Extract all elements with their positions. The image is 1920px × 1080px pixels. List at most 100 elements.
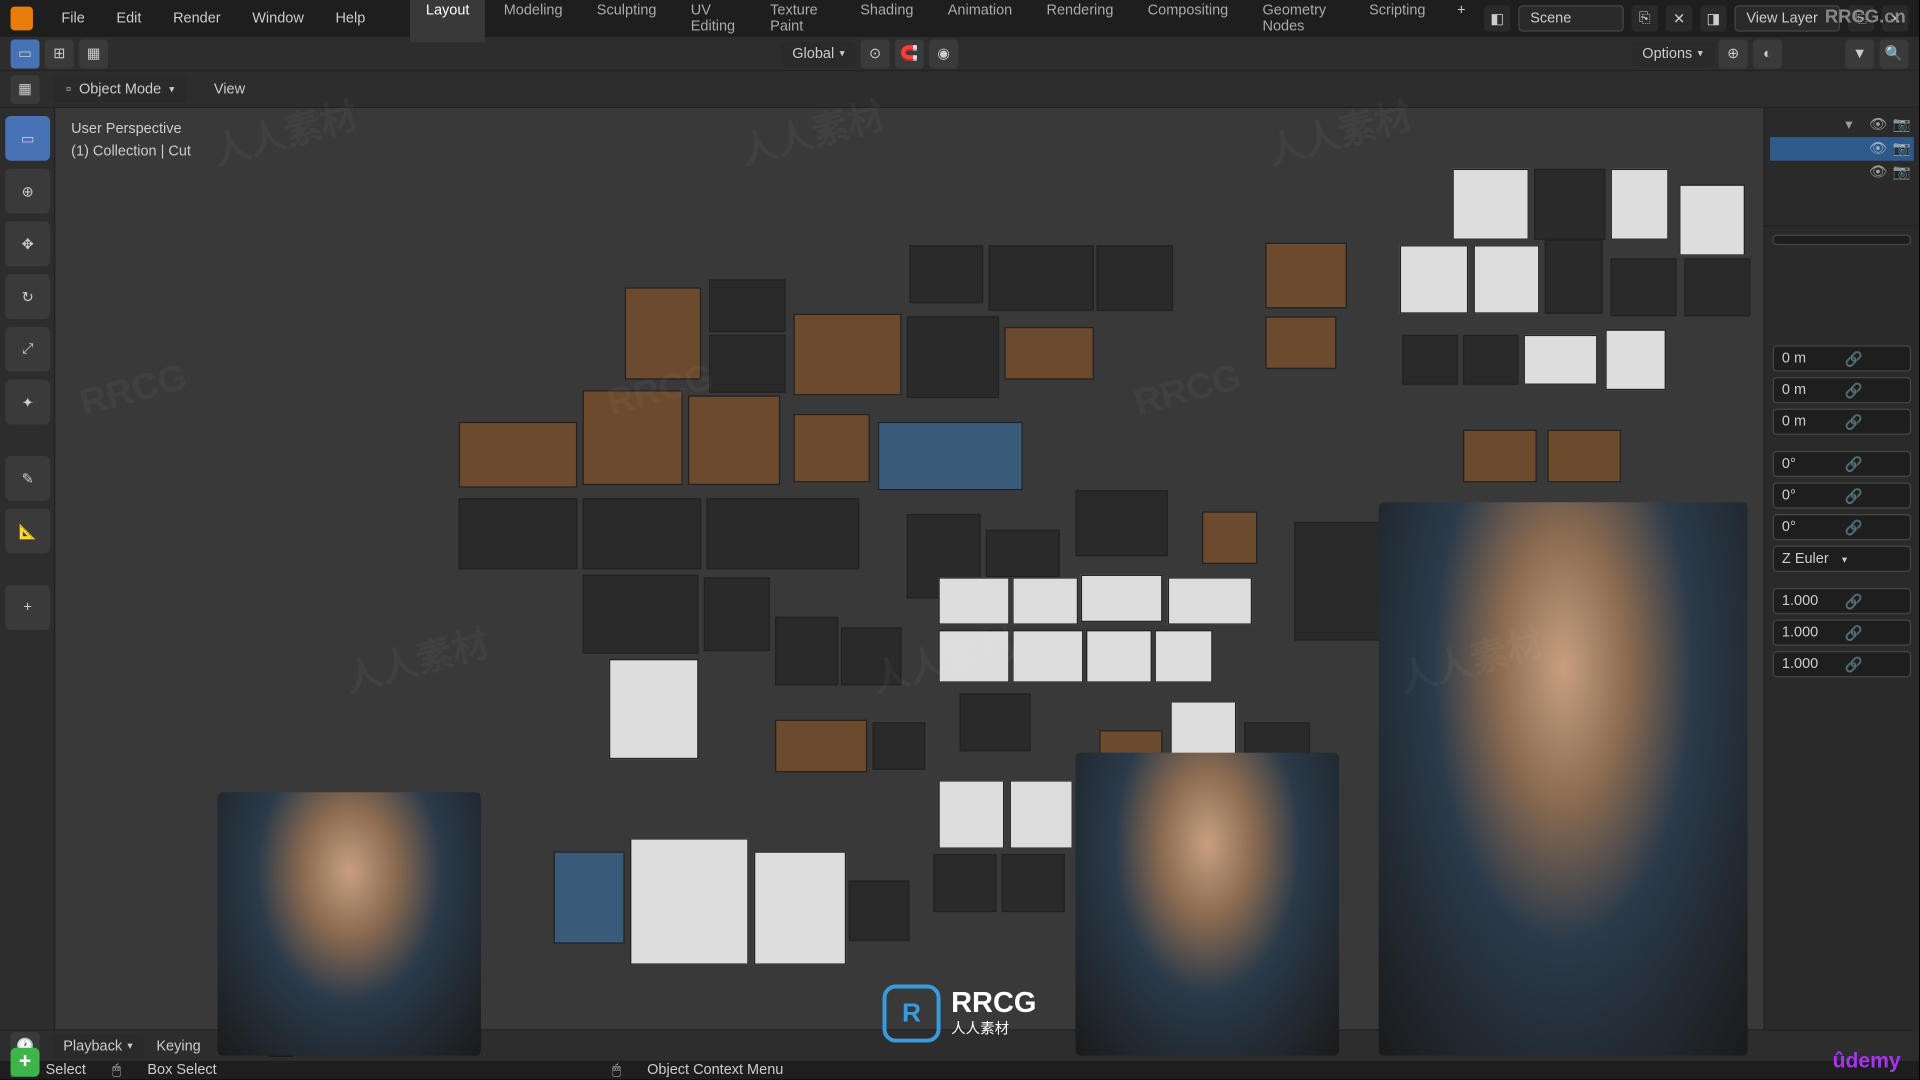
- reference-image[interactable]: [583, 498, 702, 569]
- mode-selector[interactable]: ▫ Object Mode ▾: [53, 76, 188, 102]
- reference-image[interactable]: [775, 617, 838, 686]
- move-tool[interactable]: ✥: [5, 221, 50, 266]
- reference-image[interactable]: [1605, 330, 1666, 391]
- reference-image[interactable]: [841, 627, 902, 685]
- reference-image[interactable]: [754, 851, 846, 964]
- rotation-mode-dropdown[interactable]: Z Euler▾: [1773, 546, 1911, 572]
- reference-image[interactable]: [704, 577, 770, 651]
- rotation-y-field[interactable]: 0°🔗: [1773, 482, 1911, 508]
- reference-image[interactable]: [1474, 245, 1540, 314]
- reference-image[interactable]: [1086, 630, 1152, 683]
- reference-image[interactable]: [625, 287, 701, 379]
- snap-toggle-icon[interactable]: 🧲: [895, 39, 924, 68]
- search-field[interactable]: [1773, 235, 1911, 246]
- location-z-field[interactable]: 0 m🔗: [1773, 409, 1911, 435]
- gizmo-icon[interactable]: ⊕: [1719, 39, 1748, 68]
- reference-image[interactable]: [709, 335, 785, 393]
- reference-image[interactable]: [986, 530, 1060, 577]
- playback-menu[interactable]: Playback▾: [53, 1034, 143, 1058]
- reference-image[interactable]: [1452, 169, 1528, 240]
- tab-sculpting[interactable]: Sculpting: [581, 0, 672, 42]
- add-tool[interactable]: +: [5, 585, 50, 630]
- viewlayer-icon[interactable]: ◨: [1700, 5, 1726, 31]
- reference-image[interactable]: [1679, 185, 1745, 256]
- menu-edit[interactable]: Edit: [103, 5, 154, 31]
- reference-image[interactable]: [709, 279, 785, 332]
- new-scene-button[interactable]: ⎘: [1632, 5, 1658, 31]
- outliner[interactable]: ▾ 👁 📷 👁 📷 👁 📷: [1765, 108, 1919, 227]
- reference-image[interactable]: [938, 630, 1009, 683]
- location-x-field[interactable]: 0 m🔗: [1773, 345, 1911, 371]
- scale-tool[interactable]: ⤢: [5, 327, 50, 372]
- reference-image[interactable]: [933, 854, 996, 912]
- add-workspace-button[interactable]: +: [1444, 0, 1479, 42]
- reference-image[interactable]: [1402, 335, 1457, 385]
- eye-icon[interactable]: 👁: [1869, 140, 1887, 158]
- tab-uv-editing[interactable]: UV Editing: [675, 0, 752, 42]
- options-dropdown[interactable]: Options▾: [1632, 42, 1714, 66]
- overlay-icon[interactable]: ◐: [1753, 39, 1782, 68]
- rotate-tool[interactable]: ↻: [5, 274, 50, 319]
- reference-image[interactable]: [1400, 245, 1469, 314]
- outliner-row[interactable]: 👁 📷: [1770, 161, 1914, 185]
- tab-geometry-nodes[interactable]: Geometry Nodes: [1247, 0, 1351, 42]
- tab-compositing[interactable]: Compositing: [1132, 0, 1244, 42]
- reference-image[interactable]: [583, 575, 699, 654]
- rotation-z-field[interactable]: 0°🔗: [1773, 514, 1911, 540]
- eye-icon[interactable]: 👁: [1869, 163, 1887, 181]
- search-icon[interactable]: 🔍: [1879, 39, 1908, 68]
- editor-type-icon[interactable]: ▦: [11, 74, 40, 103]
- scale-z-field[interactable]: 1.000🔗: [1773, 651, 1911, 677]
- reference-image[interactable]: [1524, 335, 1598, 385]
- reference-image[interactable]: [1081, 575, 1163, 622]
- filter-icon[interactable]: ▼: [1845, 39, 1874, 68]
- reference-image[interactable]: [1002, 854, 1065, 912]
- reference-image[interactable]: [873, 722, 926, 769]
- reference-image[interactable]: [1545, 240, 1603, 314]
- reference-image[interactable]: [938, 577, 1009, 624]
- tab-shading[interactable]: Shading: [844, 0, 929, 42]
- reference-image[interactable]: [609, 659, 699, 759]
- view-menu[interactable]: View: [201, 76, 259, 102]
- menu-file[interactable]: File: [48, 5, 98, 31]
- reference-image[interactable]: [706, 498, 859, 569]
- reference-image[interactable]: [1265, 316, 1336, 369]
- reference-image[interactable]: [793, 314, 901, 396]
- keying-menu[interactable]: Keying: [156, 1038, 200, 1054]
- camera-icon[interactable]: 📷: [1893, 140, 1911, 158]
- orientation-dropdown[interactable]: Global▾: [782, 42, 856, 66]
- reference-image[interactable]: [907, 316, 999, 398]
- reference-image[interactable]: [1611, 258, 1677, 316]
- reference-image[interactable]: [960, 693, 1031, 751]
- tab-scripting[interactable]: Scripting: [1353, 0, 1441, 42]
- measure-tool[interactable]: 📐: [5, 509, 50, 554]
- restrict-select-icon[interactable]: ▾: [1845, 116, 1863, 134]
- reference-image[interactable]: [1611, 169, 1669, 240]
- tab-modeling[interactable]: Modeling: [488, 0, 578, 42]
- reference-image[interactable]: [1202, 511, 1257, 564]
- select-box-tool[interactable]: ▭: [5, 116, 50, 161]
- reference-image[interactable]: [1012, 630, 1083, 683]
- camera-icon[interactable]: 📷: [1893, 116, 1911, 134]
- reference-image[interactable]: [459, 498, 578, 569]
- reference-image[interactable]: [1463, 430, 1537, 483]
- reference-image[interactable]: [1010, 780, 1073, 849]
- scale-y-field[interactable]: 1.000🔗: [1773, 619, 1911, 645]
- outliner-row[interactable]: ▾ 👁 📷: [1770, 113, 1914, 137]
- eye-icon[interactable]: 👁: [1869, 116, 1887, 134]
- proportional-icon[interactable]: ◉: [929, 39, 958, 68]
- menu-help[interactable]: Help: [322, 5, 378, 31]
- cursor-tool[interactable]: ⊕: [5, 169, 50, 214]
- reference-image[interactable]: [1534, 169, 1605, 240]
- reference-image[interactable]: [583, 390, 683, 485]
- reference-image[interactable]: [1004, 327, 1094, 380]
- reference-image[interactable]: [1075, 490, 1167, 556]
- transform-tool[interactable]: ✦: [5, 380, 50, 425]
- rotation-x-field[interactable]: 0°🔗: [1773, 451, 1911, 477]
- tab-texture-paint[interactable]: Texture Paint: [754, 0, 841, 42]
- annotate-tool[interactable]: ✎: [5, 456, 50, 501]
- reference-image[interactable]: [630, 838, 749, 965]
- tab-animation[interactable]: Animation: [932, 0, 1028, 42]
- scene-icon[interactable]: ◧: [1484, 5, 1510, 31]
- reference-image[interactable]: [1547, 430, 1621, 483]
